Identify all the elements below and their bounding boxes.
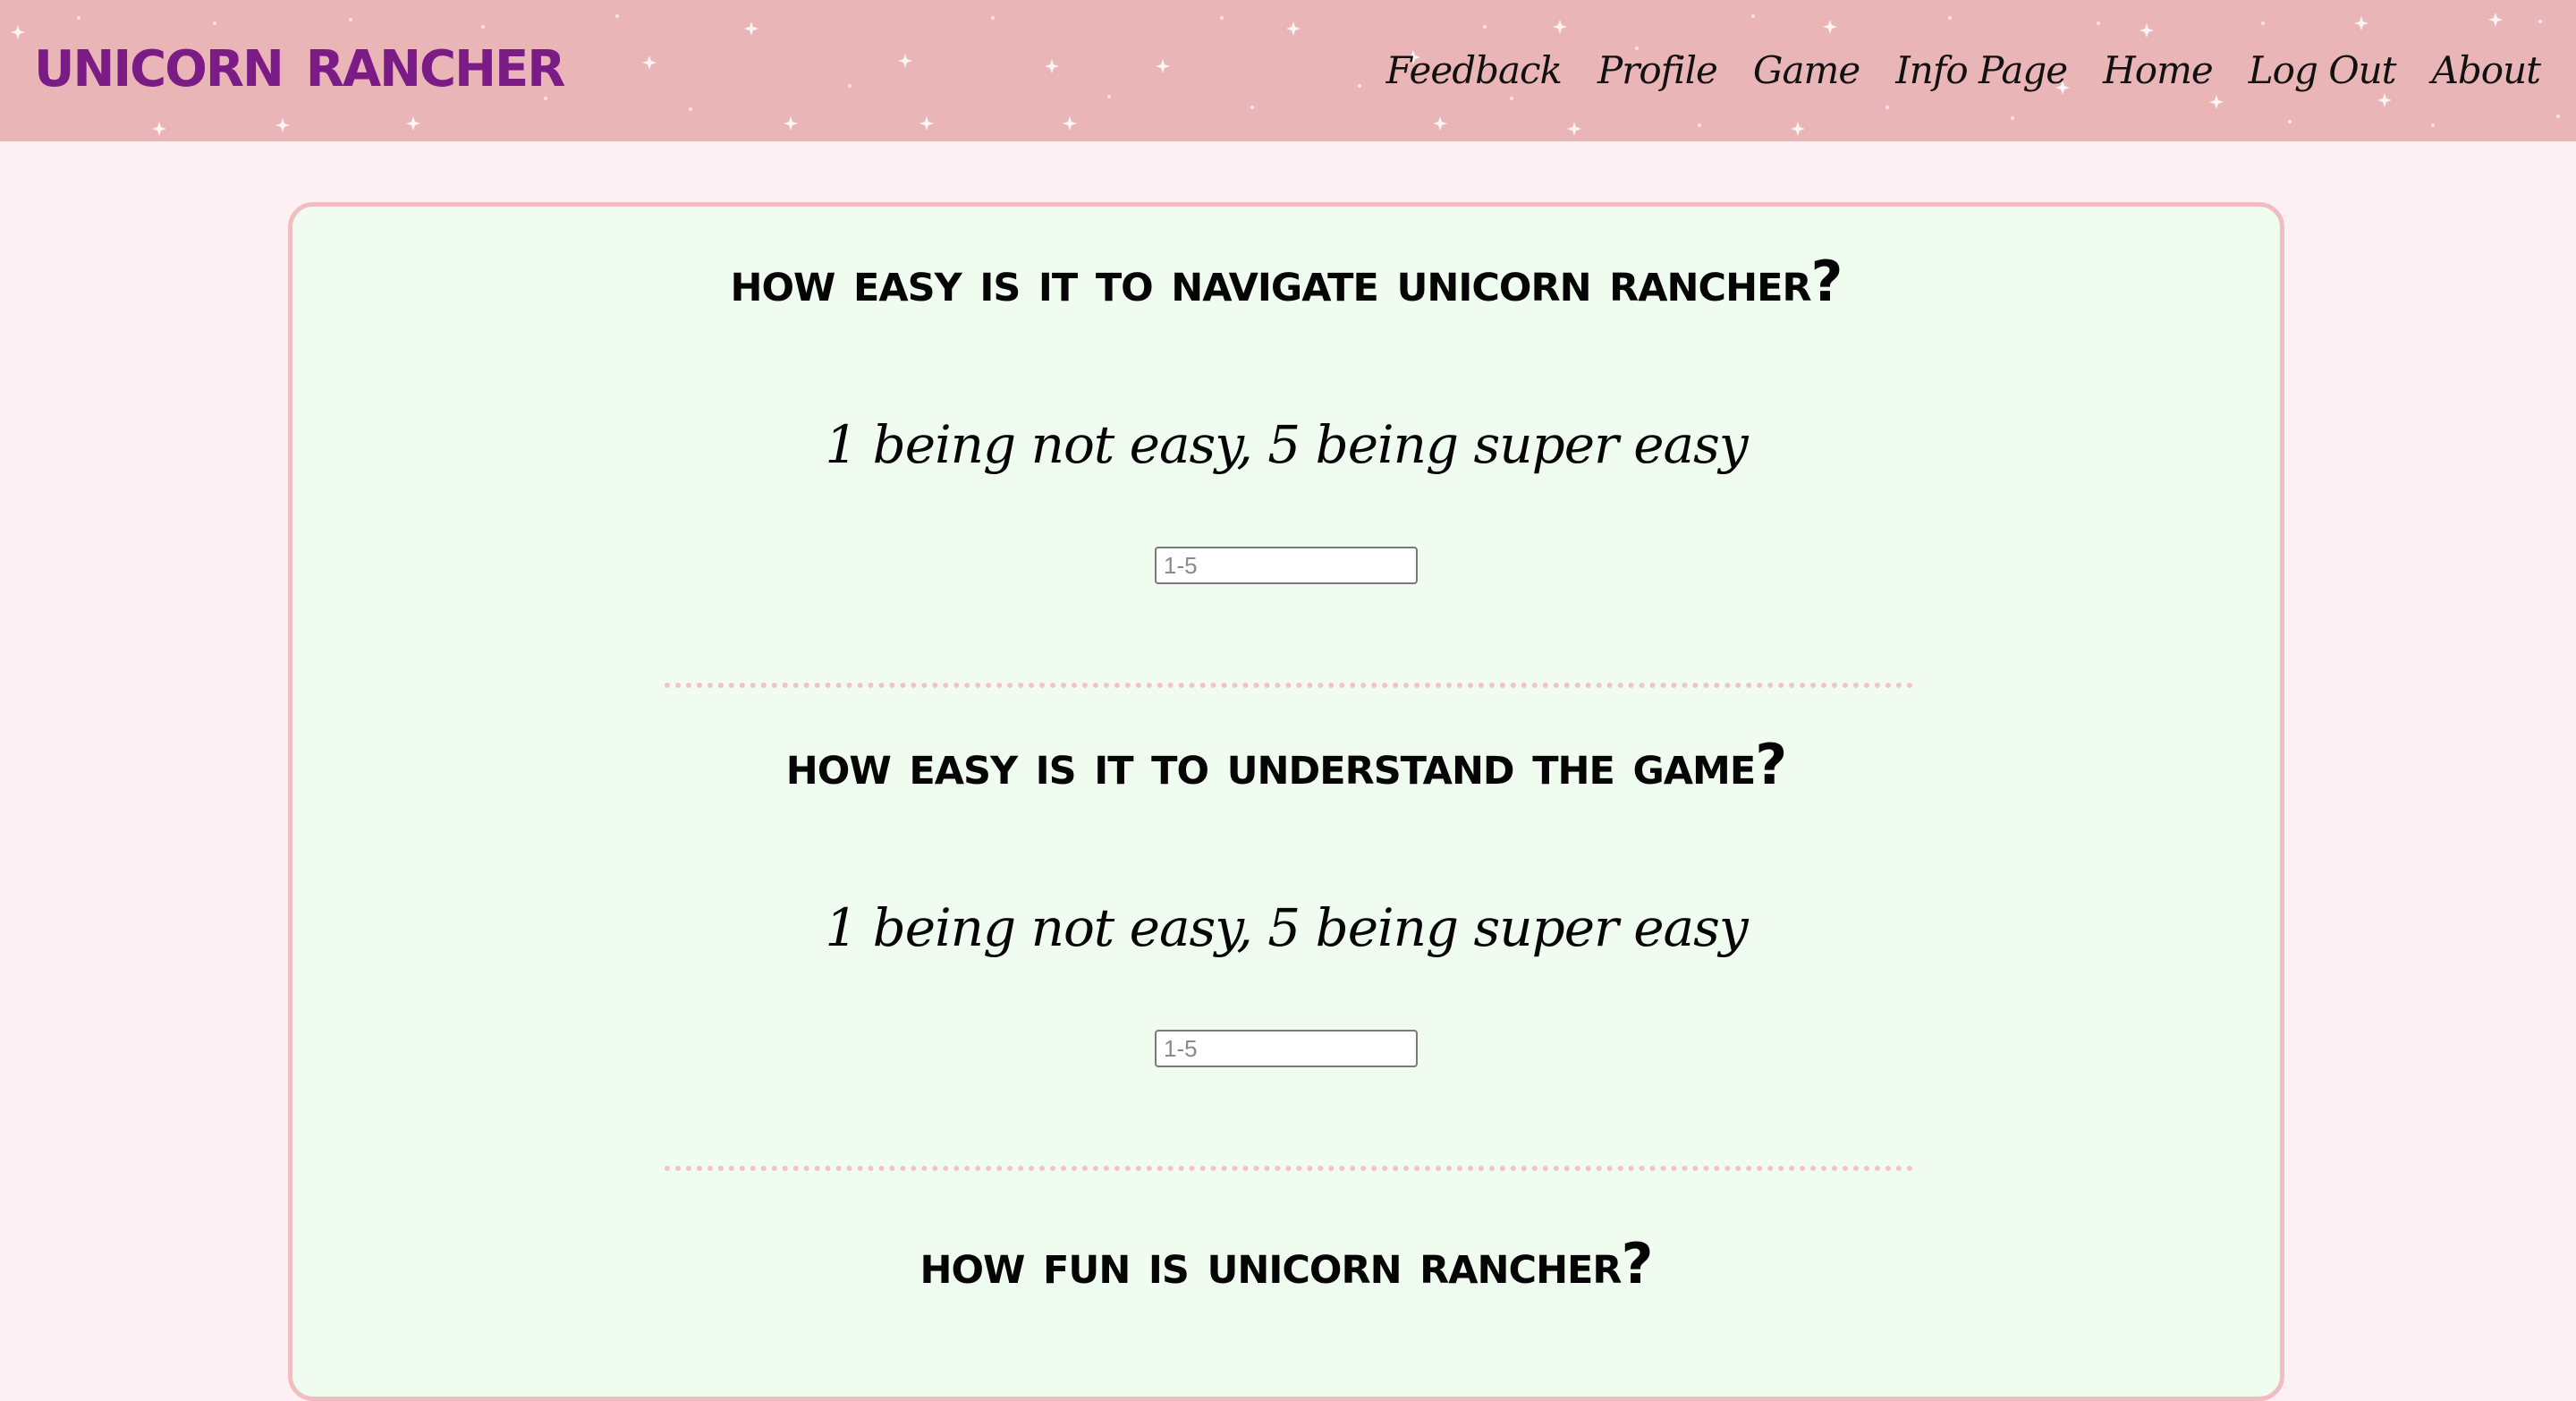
nav-link-info-page[interactable]: Info Page — [1877, 39, 2085, 102]
question-understand: How easy is it to understand the game? 1… — [292, 729, 2280, 1067]
section-divider — [665, 1166, 1913, 1171]
question-fun: How fun is Unicorn Rancher? — [292, 1228, 2280, 1300]
rating-input-understand[interactable] — [1155, 1030, 1418, 1067]
question-scale-hint: 1 being not easy, 5 being super easy — [825, 414, 1748, 475]
question-title: How easy is it to navigate Unicorn Ranch… — [730, 249, 1843, 314]
rating-input-navigate[interactable] — [1155, 547, 1418, 584]
feedback-form-card: How easy is it to navigate Unicorn Ranch… — [288, 202, 2284, 1401]
question-title: How fun is Unicorn Rancher? — [919, 1231, 1653, 1296]
question-title: How easy is it to understand the game? — [785, 732, 1787, 797]
nav-link-log-out[interactable]: Log Out — [2231, 39, 2414, 102]
nav-link-profile[interactable]: Profile — [1580, 39, 1735, 102]
nav-link-feedback[interactable]: Feedback — [1368, 39, 1580, 102]
nav-link-game[interactable]: Game — [1735, 39, 1877, 102]
site-logo[interactable]: Unicorn Rancher — [34, 13, 565, 111]
main-nav: Feedback Profile Game Info Page Home Log… — [1368, 39, 2558, 102]
section-divider — [665, 683, 1913, 688]
question-navigate: How easy is it to navigate Unicorn Ranch… — [292, 246, 2280, 584]
nav-link-about[interactable]: About — [2414, 39, 2558, 102]
nav-link-home[interactable]: Home — [2085, 39, 2231, 102]
site-header: Unicorn Rancher Feedback Profile Game In… — [0, 0, 2576, 141]
question-scale-hint: 1 being not easy, 5 being super easy — [825, 897, 1748, 958]
